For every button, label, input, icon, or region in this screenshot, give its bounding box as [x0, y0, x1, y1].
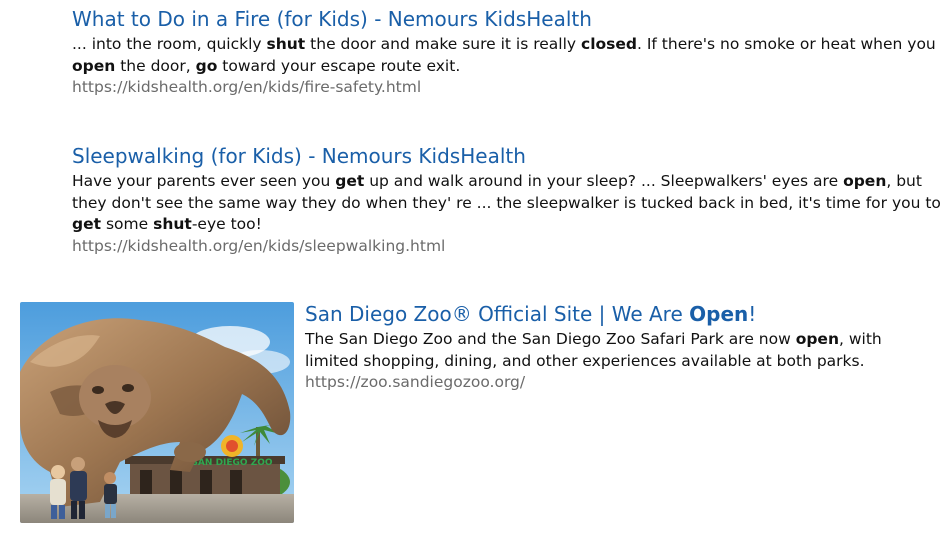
result-snippet: The San Diego Zoo and the San Diego Zoo …: [305, 330, 882, 370]
bold-keyword: get: [335, 172, 365, 190]
bold-keyword: shut: [266, 35, 306, 53]
bold-keyword: open: [843, 172, 887, 190]
result-url[interactable]: https://kidshealth.org/en/kids/sleepwalk…: [72, 236, 943, 257]
lion-statue-thumbnail[interactable]: SAN DIEGO ZOO: [20, 302, 294, 523]
result-title-link[interactable]: San Diego Zoo® Official Site | We Are Op…: [305, 302, 937, 326]
result-snippet: ... into the room, quickly shut the door…: [72, 35, 936, 75]
result-title-link[interactable]: Sleepwalking (for Kids) - Nemours KidsHe…: [72, 144, 943, 168]
bold-keyword: open: [795, 330, 839, 348]
result-url[interactable]: https://zoo.sandiegozoo.org/: [305, 372, 937, 393]
result-url[interactable]: https://kidshealth.org/en/kids/fire-safe…: [72, 77, 941, 98]
result-snippet: Have your parents ever seen you get up a…: [72, 172, 941, 233]
zoo-sign-text: SAN DIEGO ZOO: [191, 458, 272, 468]
bold-keyword: closed: [581, 35, 637, 53]
search-result-sleepwalking: Sleepwalking (for Kids) - Nemours KidsHe…: [72, 144, 943, 257]
bold-keyword: Open: [689, 302, 749, 326]
bold-keyword: open: [72, 56, 116, 75]
search-result-fire-safety: What to Do in a Fire (for Kids) - Nemour…: [72, 7, 941, 98]
result-title-link[interactable]: What to Do in a Fire (for Kids) - Nemour…: [72, 7, 941, 31]
bold-keyword: shut: [153, 215, 192, 233]
bold-keyword: go: [195, 56, 218, 75]
bold-keyword: get: [72, 215, 102, 233]
search-result-san-diego-zoo: San Diego Zoo® Official Site | We Are Op…: [305, 302, 937, 393]
